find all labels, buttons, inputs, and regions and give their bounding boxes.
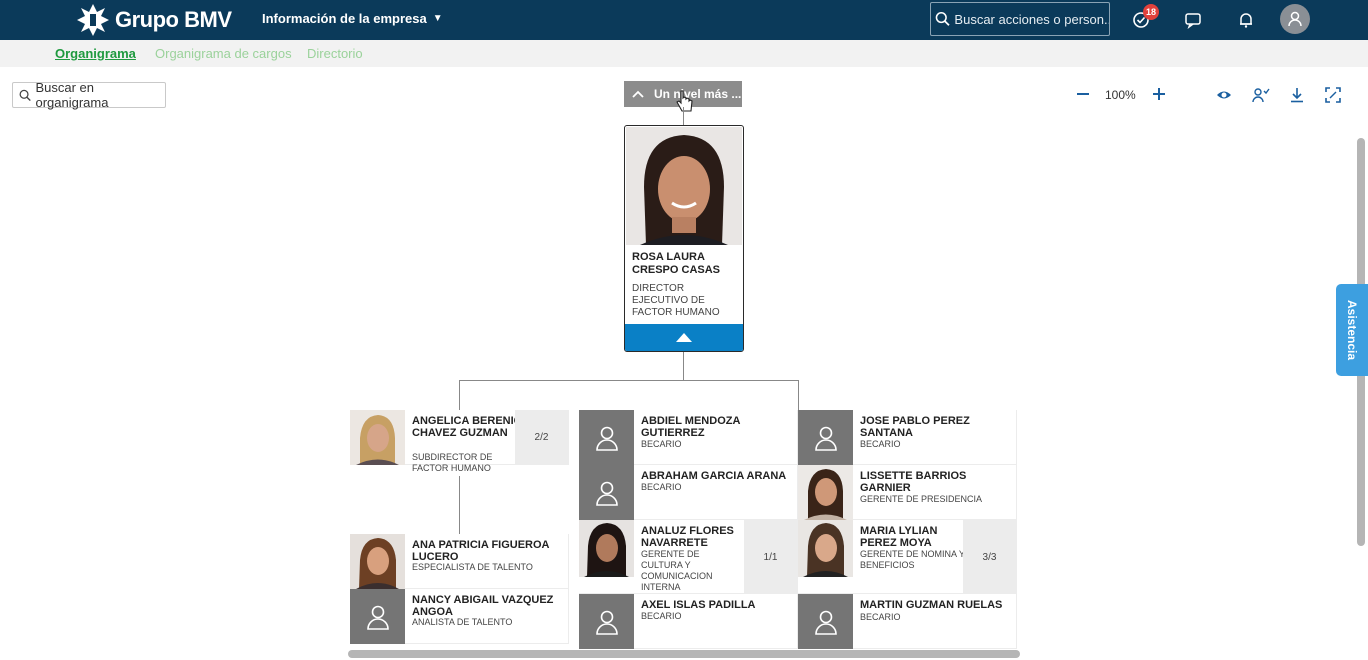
employee-title: BECARIO — [860, 439, 901, 449]
zoom-out-icon[interactable] — [1075, 86, 1091, 102]
tab-organigrama-de-cargos[interactable]: Organigrama de cargos — [155, 46, 292, 61]
chevron-up-icon — [632, 90, 644, 98]
caret-up-icon — [676, 333, 692, 342]
employee-title: BECARIO — [641, 439, 682, 449]
connector-line — [459, 476, 460, 534]
level-up-label: Un nivel más ... — [654, 87, 742, 101]
org-card[interactable]: ABRAHAM GARCIA ARANA BECARIO — [579, 465, 798, 520]
subordinate-count[interactable]: 2/2 — [515, 410, 568, 465]
employee-name: ROSA LAURA CRESPO CASAS — [632, 251, 721, 276]
brand-name: Grupo BMV — [115, 7, 232, 32]
employee-title: DIRECTOR EJECUTIVO DE FACTOR HUMANO — [632, 283, 720, 318]
connector-line — [798, 380, 799, 410]
employee-title: ESPECIALISTA DE TALENTO — [412, 562, 533, 572]
employee-photo — [350, 410, 405, 465]
employee-name: AXEL ISLAS PADILLA — [641, 599, 756, 611]
connector-line — [683, 352, 684, 380]
employee-title: ANALISTA DE TALENTO — [412, 617, 513, 627]
org-card[interactable]: NANCY ABIGAIL VAZQUEZ ANGOA ANALISTA DE … — [350, 589, 569, 644]
connector-line — [459, 380, 460, 410]
global-search-placeholder: Buscar acciones o person... — [954, 11, 1109, 27]
tab-organigrama[interactable]: Organigrama — [55, 46, 136, 61]
org-card[interactable]: JOSE PABLO PEREZ SANTANA BECARIO — [798, 410, 1017, 465]
avatar-placeholder-icon — [798, 410, 853, 465]
employee-name: ANA PATRICIA FIGUEROA LUCERO — [412, 539, 550, 563]
horizontal-scrollbar[interactable] — [348, 650, 1020, 658]
employee-name: MARIA LYLIAN PEREZ MOYA — [860, 525, 938, 549]
fullscreen-icon[interactable] — [1325, 87, 1341, 103]
org-card[interactable]: ANA PATRICIA FIGUEROA LUCERO ESPECIALIST… — [350, 534, 569, 589]
org-card[interactable]: ANALUZ FLORES NAVARRETE GERENTE DE CULTU… — [579, 520, 798, 594]
employee-photo — [579, 520, 634, 577]
logo-icon — [77, 4, 109, 36]
module-selector[interactable]: Información de la empresa ▼ — [262, 11, 443, 26]
subordinate-count[interactable]: 3/3 — [963, 520, 1016, 594]
org-card[interactable]: MARTIN GUZMAN RUELAS BECARIO — [798, 594, 1017, 649]
employee-photo — [798, 520, 853, 577]
org-card[interactable]: LISSETTE BARRIOS GARNIER GERENTE DE PRES… — [798, 465, 1017, 520]
hand-cursor-icon — [676, 90, 693, 112]
employee-name: NANCY ABIGAIL VAZQUEZ ANGOA — [412, 594, 554, 618]
eye-icon[interactable] — [1216, 87, 1232, 103]
chevron-down-icon: ▼ — [432, 13, 443, 24]
employee-name: LISSETTE BARRIOS GARNIER — [860, 470, 967, 494]
brand-logo[interactable]: Grupo BMV — [75, 2, 232, 38]
avatar-placeholder-icon — [579, 465, 634, 520]
org-card[interactable]: ABDIEL MENDOZA GUTIERREZ BECARIO — [579, 410, 798, 465]
user-avatar-icon[interactable] — [1280, 4, 1310, 34]
employee-name: JOSE PABLO PEREZ SANTANA — [860, 415, 970, 439]
employee-photo — [798, 465, 853, 520]
org-search-input[interactable]: Buscar en organigrama — [12, 80, 166, 110]
assistance-label: Asistencia — [1345, 299, 1359, 361]
notification-badge: 18 — [1143, 4, 1160, 20]
collapse-button[interactable] — [625, 324, 743, 351]
zoom-in-icon[interactable] — [1151, 86, 1167, 102]
global-search-input[interactable]: Buscar acciones o person... — [930, 2, 1110, 36]
employee-title: BECARIO — [641, 611, 682, 621]
employee-photo — [626, 127, 742, 245]
employee-title: GERENTE DE CULTURA Y COMUNICACION INTERN… — [641, 549, 713, 592]
search-icon — [935, 11, 950, 26]
user-check-icon[interactable] — [1252, 87, 1270, 103]
employee-title: GERENTE DE PRESIDENCIA — [860, 494, 983, 504]
tab-directorio[interactable]: Directorio — [307, 46, 363, 61]
sub-navigation: Organigrama Organigrama de cargos Direct… — [0, 40, 1368, 67]
avatar-placeholder-icon — [579, 410, 634, 465]
employee-title: BECARIO — [860, 612, 901, 622]
bell-icon[interactable] — [1236, 10, 1256, 30]
org-card[interactable]: MARIA LYLIAN PEREZ MOYA GERENTE DE NOMIN… — [798, 520, 1017, 594]
employee-name: ABRAHAM GARCIA ARANA — [641, 470, 787, 482]
org-search-placeholder: Buscar en organigrama — [35, 80, 109, 110]
org-card-root[interactable]: ROSA LAURA CRESPO CASAS DIRECTOR EJECUTI… — [624, 125, 744, 352]
employee-photo — [350, 534, 405, 589]
avatar-placeholder-icon — [350, 589, 405, 644]
assistance-side-tab[interactable]: Asistencia — [1336, 284, 1368, 376]
org-card[interactable]: AXEL ISLAS PADILLA BECARIO — [579, 594, 798, 649]
connector-line — [683, 107, 684, 125]
subordinate-count[interactable]: 1/1 — [744, 520, 797, 594]
connector-line — [459, 380, 799, 381]
top-bar: Grupo BMV Información de la empresa ▼ Bu… — [0, 0, 1368, 40]
employee-title: SUBDIRECTOR DE FACTOR HUMANO — [412, 452, 493, 473]
employee-title: GERENTE DE NOMINA Y BENEFICIOS — [860, 549, 965, 570]
module-title: Información de la empresa — [262, 11, 427, 26]
search-icon — [19, 89, 31, 101]
employee-name: ABDIEL MENDOZA GUTIERREZ — [641, 415, 740, 439]
org-card[interactable]: ANGELICA BERENICE CHAVEZ GUZMAN SUBDIREC… — [350, 410, 569, 473]
employee-name: ANALUZ FLORES NAVARRETE — [641, 525, 734, 549]
employee-title: BECARIO — [641, 482, 682, 492]
feedback-icon[interactable] — [1183, 10, 1203, 30]
zoom-level: 100% — [1105, 88, 1136, 102]
download-icon[interactable] — [1289, 87, 1305, 103]
employee-name: MARTIN GUZMAN RUELAS — [860, 599, 1003, 611]
avatar-placeholder-icon — [798, 594, 853, 649]
avatar-placeholder-icon — [579, 594, 634, 649]
